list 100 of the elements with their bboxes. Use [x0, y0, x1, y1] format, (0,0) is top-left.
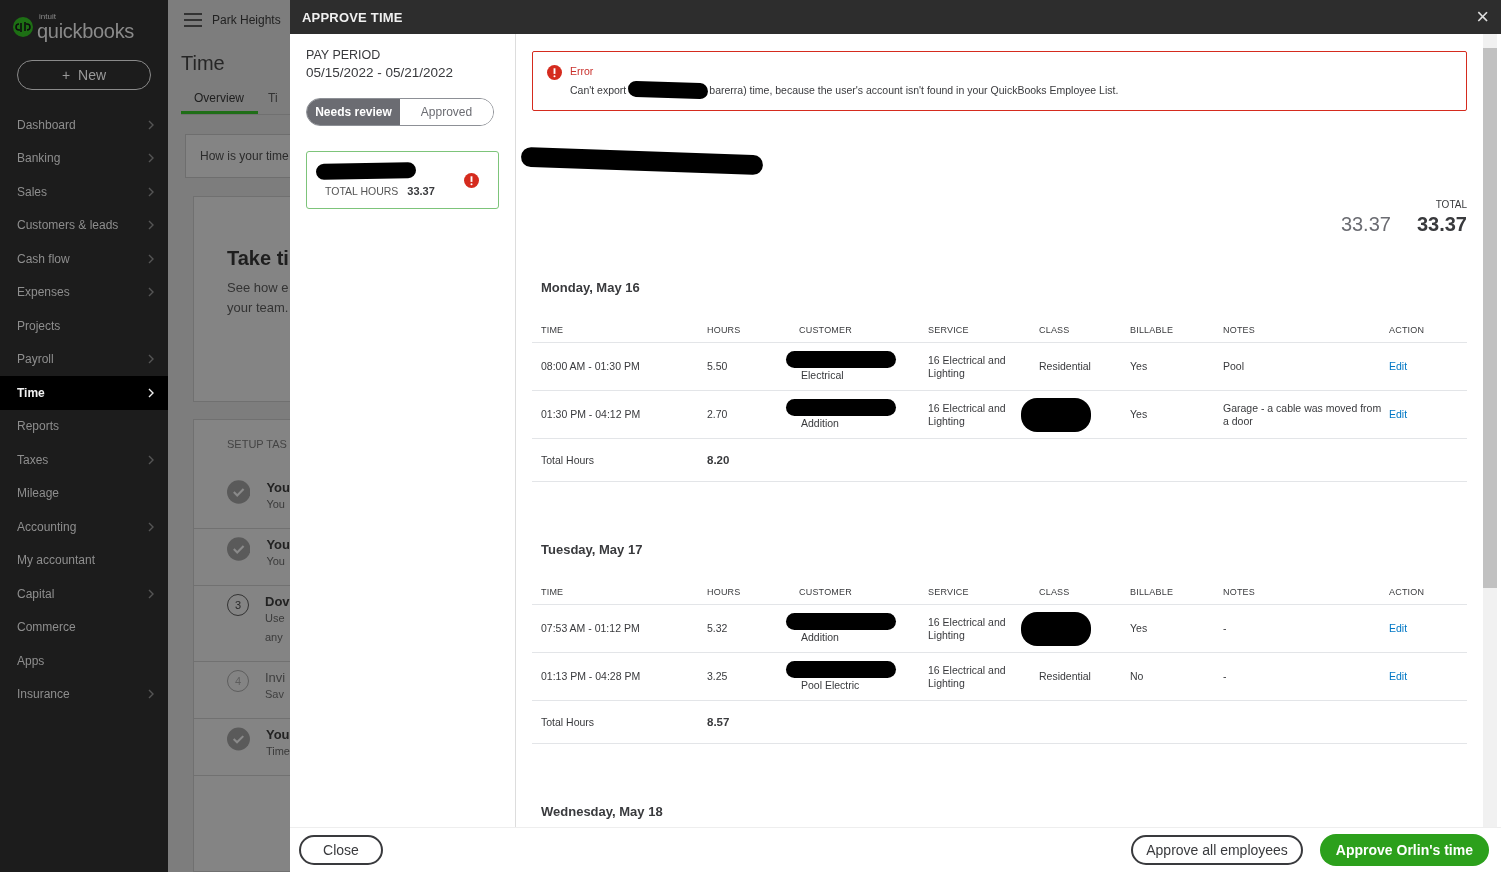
column-header: BILLABLE: [1130, 587, 1175, 597]
table-cell-text: 16 Electrical and Lighting: [928, 353, 1007, 380]
task-text: You: [266, 497, 286, 512]
table-cell-text: 8.20: [707, 453, 731, 467]
table-cell-text: 2.70: [707, 408, 729, 421]
logo-text: quickbooks: [37, 21, 135, 41]
table-cell-text: Garage - a cable was moved from a door: [1223, 401, 1383, 428]
filter-tab[interactable]: Needs review: [307, 99, 400, 125]
table-cell-text: Total Hours: [541, 453, 596, 467]
company-name: Park Heights: [212, 13, 281, 27]
nav-item[interactable]: Sales: [0, 175, 168, 209]
tab[interactable]: Ti: [268, 91, 278, 114]
nav-item[interactable]: Expenses: [0, 275, 168, 309]
day-heading: Monday, May 16: [540, 280, 641, 295]
total-hours-label: TOTAL HOURS: [325, 185, 399, 197]
column-header: TIME: [541, 587, 565, 597]
pay-period-range: 05/15/2022 - 05/21/2022: [306, 65, 455, 80]
nav-item[interactable]: Cash flow: [0, 242, 168, 276]
task-text: any: [265, 630, 284, 645]
pay-period-label: PAY PERIOD: [306, 48, 382, 62]
nav-item[interactable]: Capital: [0, 577, 168, 611]
check-icon: [227, 727, 250, 751]
scrollbar[interactable]: [1483, 34, 1497, 827]
table-cell-text: 5.32: [707, 622, 729, 635]
table-cell-text: Total Hours: [541, 715, 596, 729]
logo-icon: [13, 17, 33, 37]
promo-text: See how e: [227, 279, 290, 297]
task-text: You: [266, 554, 286, 569]
column-header: NOTES: [1223, 587, 1256, 597]
close-button[interactable]: ×: [1476, 6, 1489, 28]
table-cell-text: -: [1223, 670, 1228, 683]
table-cell-text: 16 Electrical and Lighting: [928, 663, 1007, 690]
column-header: BILLABLE: [1130, 325, 1175, 335]
nav-item[interactable]: Projects: [0, 309, 168, 343]
error-message: Can't export: [570, 84, 627, 96]
column-header: CLASS: [1039, 325, 1071, 335]
tab[interactable]: Overview: [181, 91, 258, 114]
table-cell-text: 5.50: [707, 360, 729, 373]
table-cell-text: Pool Electric: [800, 679, 861, 692]
employee-card[interactable]: TOTAL HOURS 33.37: [306, 151, 499, 209]
nav-item[interactable]: Insurance: [0, 677, 168, 711]
nav-item[interactable]: Mileage: [0, 476, 168, 510]
column-header: CUSTOMER: [799, 587, 853, 597]
column-header: HOURS: [707, 587, 742, 597]
approve-button[interactable]: Approve Orlin's time: [1319, 834, 1489, 866]
nav-item[interactable]: Dashboard: [0, 108, 168, 142]
edit-link[interactable]: Edit: [1389, 408, 1408, 420]
check-icon: [227, 480, 251, 504]
edit-link[interactable]: Edit: [1389, 622, 1408, 634]
nav-item[interactable]: Taxes: [0, 443, 168, 477]
nav-item[interactable]: Commerce: [0, 610, 168, 644]
nav-item[interactable]: Payroll: [0, 342, 168, 376]
nav-item[interactable]: Apps: [0, 644, 168, 678]
table-cell-text: 8.57: [707, 715, 731, 729]
column-header: CLASS: [1039, 587, 1071, 597]
day-heading: Tuesday, May 17: [540, 542, 644, 557]
edit-link[interactable]: Edit: [1389, 670, 1408, 682]
table-cell-text: Pool: [1223, 360, 1245, 373]
column-header: CUSTOMER: [799, 325, 853, 335]
column-header: NOTES: [1223, 325, 1256, 335]
column-header: HOURS: [707, 325, 742, 335]
task-title: You: [265, 727, 290, 742]
promo-text: your team.: [227, 299, 290, 317]
table-cell-text: 01:13 PM - 04:28 PM: [541, 670, 642, 683]
nav-item[interactable]: Accounting: [0, 510, 168, 544]
setup-title: SETUP TAS: [226, 438, 288, 450]
task-text: Time: [265, 744, 290, 759]
logo-text: intuit: [39, 13, 57, 21]
table-cell-text: 3.25: [707, 670, 729, 683]
table-cell-text: Electrical: [800, 369, 845, 382]
close-button[interactable]: Close: [299, 835, 383, 865]
table-cell-text: Yes: [1130, 360, 1149, 373]
table-cell-text: 08:00 AM - 01:30 PM: [541, 360, 641, 373]
table-cell: Residential: [1039, 360, 1091, 372]
nav-item[interactable]: Customers & leads: [0, 208, 168, 242]
nav-item[interactable]: My accountant: [0, 543, 168, 577]
task-title: Dov: [265, 594, 290, 609]
scrollbar-thumb[interactable]: [1483, 48, 1497, 588]
table-cell-text: Yes: [1130, 408, 1149, 421]
table-cell-text: Addition: [800, 631, 840, 644]
task-title: Invi: [265, 670, 286, 685]
table-cell-text: 01:30 PM - 04:12 PM: [541, 408, 642, 421]
approve-all-button[interactable]: Approve all employees: [1131, 835, 1303, 865]
table-cell-text: Addition: [800, 417, 840, 430]
prompt-card[interactable]: How is your time: [185, 134, 290, 178]
error-title: Error: [570, 65, 595, 77]
task-title: You: [266, 537, 290, 552]
column-header: ACTION: [1389, 325, 1426, 335]
menu-icon: [184, 13, 202, 27]
edit-link[interactable]: Edit: [1389, 360, 1408, 372]
check-icon: [227, 537, 251, 561]
table-cell-text: Yes: [1130, 622, 1149, 635]
modal-title: APPROVE TIME: [302, 9, 403, 25]
nav-item[interactable]: Time: [0, 376, 168, 410]
total-value: 33.37: [1340, 213, 1391, 236]
task-text: Sav: [265, 687, 285, 702]
day-heading: Wednesday, May 18: [540, 804, 664, 819]
nav-item[interactable]: Reports: [0, 409, 168, 443]
column-header: SERVICE: [928, 587, 970, 597]
nav-item[interactable]: Banking: [0, 141, 168, 175]
